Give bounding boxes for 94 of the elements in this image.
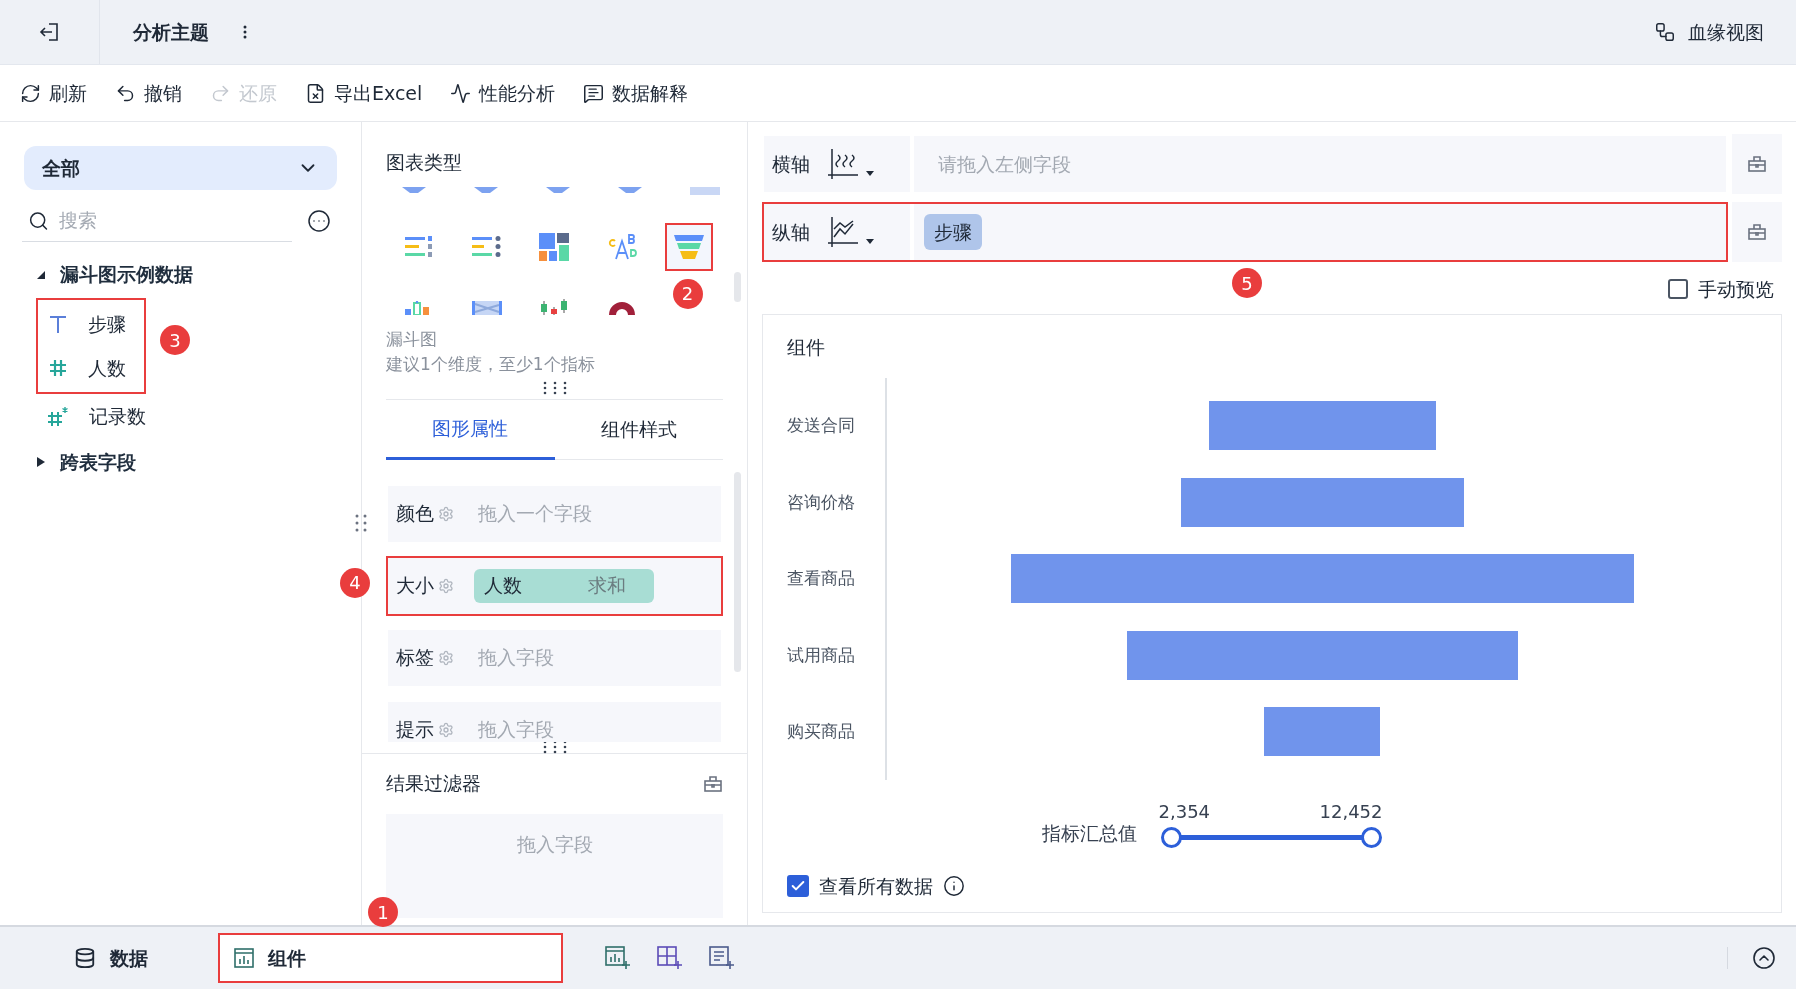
- toolbar-icon: [583, 82, 605, 104]
- card-title: 组件: [787, 335, 826, 360]
- add-layout-icon[interactable]: [657, 946, 683, 970]
- dropdown-caret-icon[interactable]: [866, 170, 874, 176]
- funnel-chart-icon[interactable]: [674, 232, 705, 261]
- category-label: 咨询价格: [787, 490, 855, 514]
- toolbar-button[interactable]: 数据解释: [583, 78, 689, 108]
- section-title: 结果过滤器: [386, 771, 481, 797]
- step-number-badge: 3: [160, 325, 190, 355]
- drop-hint: 拖入字段: [478, 717, 554, 742]
- toolbar-button[interactable]: 性能分析: [450, 78, 556, 108]
- toolbar-button[interactable]: 导出Excel: [305, 78, 423, 108]
- text-type-icon: [48, 314, 68, 334]
- bar-chart-icon: [234, 948, 254, 968]
- checkbox-label: 手动预览: [1698, 276, 1774, 302]
- toolbox-icon[interactable]: [1747, 155, 1767, 173]
- toolbox-icon[interactable]: [1747, 223, 1767, 241]
- ranked-list-icon[interactable]: [404, 233, 435, 260]
- property-label: 大小: [396, 573, 434, 599]
- legend-max-value: 12,452: [1319, 800, 1383, 824]
- number-type-icon: [48, 358, 68, 378]
- field-label[interactable]: 人数: [88, 353, 126, 383]
- tab[interactable]: 组件样式: [554, 399, 723, 460]
- drag-handle-icon[interactable]: [355, 513, 367, 533]
- slider-handle[interactable]: [1360, 826, 1382, 848]
- toolbar-icon: [450, 82, 472, 104]
- chart-type-icon[interactable]: [546, 186, 570, 193]
- slider-handle[interactable]: [1160, 826, 1182, 848]
- chart-type-option[interactable]: [665, 222, 714, 271]
- property-label: 标签: [396, 645, 434, 671]
- category-label: 查看商品: [787, 567, 855, 590]
- database-icon: [74, 947, 96, 969]
- dropdown-caret-icon[interactable]: [866, 238, 874, 244]
- lineage-icon[interactable]: [1654, 21, 1676, 43]
- count-type-icon: [47, 406, 69, 426]
- checkbox[interactable]: [787, 874, 809, 897]
- collapse-icon[interactable]: [1752, 946, 1776, 970]
- word-cloud-icon[interactable]: [606, 232, 637, 261]
- treemap-icon[interactable]: [539, 232, 570, 261]
- sankey-icon[interactable]: [472, 300, 503, 315]
- chart-type-icon[interactable]: [402, 186, 426, 193]
- axis-type-icon[interactable]: [828, 149, 858, 179]
- exit-icon[interactable]: [38, 21, 61, 43]
- field-pill[interactable]: 步骤: [924, 213, 982, 251]
- folder-label[interactable]: 漏斗图示例数据: [60, 259, 193, 289]
- list-dots-icon[interactable]: [472, 233, 503, 260]
- section-title: 图表类型: [386, 150, 463, 175]
- page-title: 分析主题: [133, 19, 209, 45]
- chart-type-icon[interactable]: [618, 186, 642, 193]
- drop-hint: 请拖入左侧字段: [937, 151, 1071, 177]
- search-field[interactable]: 搜索: [59, 206, 286, 235]
- more-menu-icon[interactable]: [243, 25, 247, 39]
- axis-label: 横轴: [772, 151, 810, 177]
- step-number-badge: 1: [368, 897, 398, 927]
- bottom-tab[interactable]: 组件: [218, 933, 563, 983]
- axis-label: 纵轴: [772, 219, 810, 245]
- add-report-icon[interactable]: [709, 946, 735, 970]
- scope-dropdown[interactable]: 全部: [24, 146, 337, 190]
- folder-label[interactable]: 跨表字段: [60, 447, 136, 477]
- category-label: 购买商品: [787, 720, 855, 743]
- tab[interactable]: 图形属性: [386, 399, 555, 460]
- toolbar-icon: [305, 82, 326, 104]
- chart-type-hint: 建议1个维度，至少1个指标: [386, 353, 596, 376]
- scrollbar-thumb: [734, 272, 741, 302]
- chart-type-icon[interactable]: [474, 186, 498, 193]
- step-number-badge: 2: [672, 278, 703, 309]
- category-label: 发送合同: [787, 414, 855, 437]
- checkbox[interactable]: [1668, 279, 1688, 299]
- lineage-view-link[interactable]: 血缘视图: [1688, 17, 1764, 47]
- axis-type-icon[interactable]: [828, 217, 858, 247]
- legend-label: 指标汇总值: [1041, 820, 1137, 846]
- toolbar-icon: [20, 82, 41, 104]
- chart-type-name: 漏斗图: [386, 327, 438, 351]
- more-options-icon[interactable]: [307, 209, 331, 233]
- checkbox-label: 查看所有数据: [819, 873, 933, 899]
- category-label: 试用商品: [787, 643, 855, 667]
- property-label: 提示: [396, 717, 434, 742]
- step-number-badge: 4: [340, 567, 370, 598]
- collapsed-arrow-icon[interactable]: [36, 456, 46, 468]
- field-pill[interactable]: 人数 求和: [474, 568, 654, 603]
- drop-hint: 拖入字段: [478, 645, 554, 671]
- field-label[interactable]: 步骤: [88, 309, 126, 339]
- info-icon[interactable]: [943, 874, 965, 897]
- toolbar-button[interactable]: 撤销: [115, 78, 182, 108]
- step-number-badge: 5: [1232, 268, 1262, 298]
- legend-min-value: 2,354: [1158, 800, 1211, 824]
- bottom-tab[interactable]: 数据: [72, 933, 218, 983]
- drop-hint: 拖入一个字段: [478, 501, 592, 527]
- toolbar-button[interactable]: 刷新: [20, 78, 87, 108]
- toolbox-icon[interactable]: [703, 774, 723, 793]
- property-label: 颜色: [396, 501, 434, 527]
- candlestick-icon[interactable]: [539, 298, 570, 315]
- add-chart-icon[interactable]: [605, 946, 631, 970]
- field-label[interactable]: 记录数: [89, 401, 146, 431]
